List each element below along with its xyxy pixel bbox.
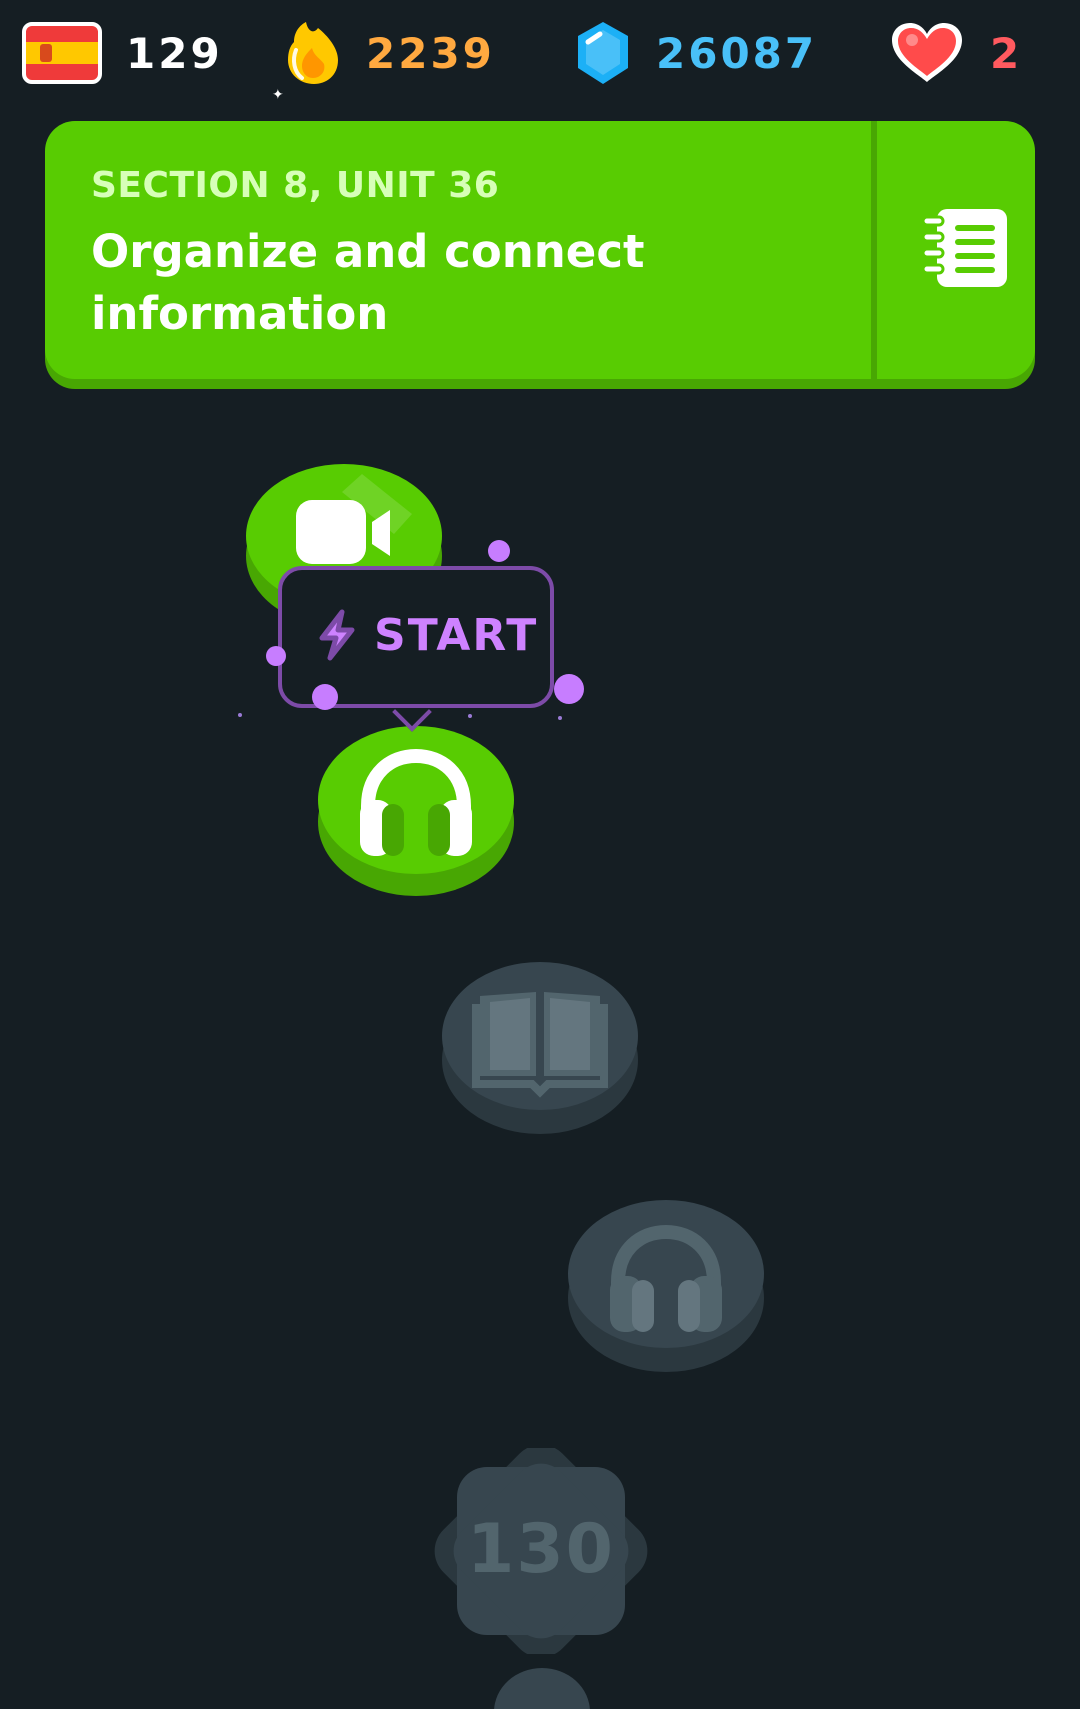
sparkle-dot [238, 713, 242, 717]
language-stat[interactable]: 129 [22, 20, 223, 86]
sparkle-icon: ✦ [272, 87, 284, 103]
sparkle-dot [558, 716, 562, 720]
lightning-bolt-icon [319, 609, 355, 661]
gems-value: 26087 [656, 28, 818, 78]
sparkle-bubble [488, 540, 510, 562]
hearts-stat[interactable]: 2 [888, 20, 1022, 86]
unit-section-label: SECTION 8, UNIT 36 [91, 165, 500, 206]
streak-value: 2239 [366, 28, 495, 78]
gem-icon [578, 22, 628, 84]
streak-stat[interactable]: 2239 [284, 20, 495, 86]
spain-flag-icon [22, 22, 102, 84]
sparkle-dot [468, 714, 472, 718]
start-label: START [374, 610, 539, 661]
sparkle-bubble [266, 646, 286, 666]
path-node-headphones-locked[interactable] [566, 1190, 766, 1374]
path-node-book-locked[interactable] [440, 952, 640, 1136]
level-number: 130 [467, 1510, 615, 1589]
gems-stat[interactable]: 26087 [574, 20, 817, 86]
path-node-level-badge[interactable]: 130 [432, 1448, 650, 1654]
hearts-value: 2 [990, 28, 1023, 78]
banner-divider [871, 121, 877, 379]
sparkle-bubble [312, 684, 338, 710]
heart-icon [892, 23, 962, 82]
sparkle-bubble [554, 674, 584, 704]
language-level-value: 129 [126, 28, 223, 78]
streak-flame-icon [288, 22, 338, 84]
path-node-headphones-active[interactable] [316, 714, 516, 898]
unit-title: Organize and connect information [91, 225, 645, 340]
guidebook-icon[interactable] [915, 203, 1011, 293]
unit-banner[interactable]: SECTION 8, UNIT 36 Organize and connect … [45, 121, 1035, 379]
path-node-next-locked[interactable] [492, 1664, 592, 1709]
